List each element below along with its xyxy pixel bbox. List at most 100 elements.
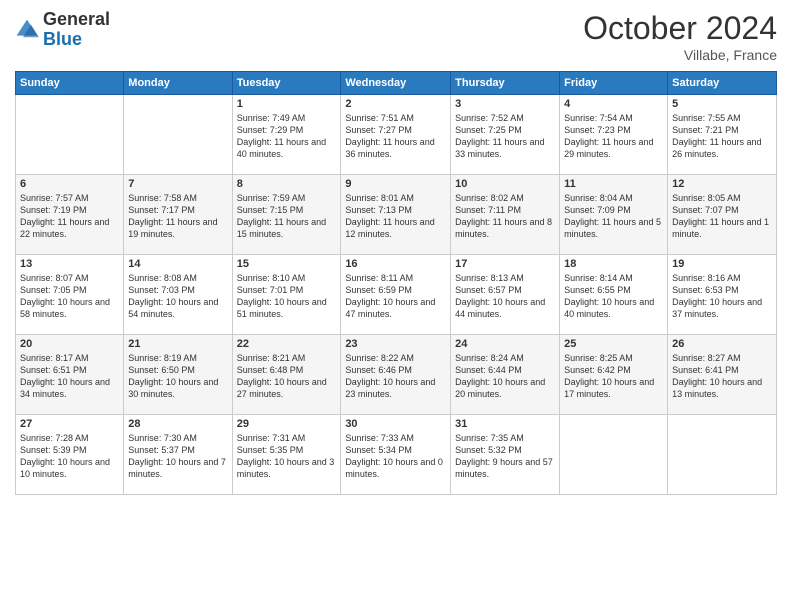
day-info-3-6: Sunrise: 8:27 AM Sunset: 6:41 PM Dayligh… [672,352,772,401]
day-number-3-2: 22 [237,338,337,350]
day-number-4-1: 28 [128,418,227,430]
cell-3-5: 25 Sunrise: 8:25 AM Sunset: 6:42 PM Dayli… [560,335,668,415]
day-info-0-3: Sunrise: 7:51 AM Sunset: 7:27 PM Dayligh… [345,112,446,161]
day-number-1-5: 11 [564,178,663,190]
header-saturday: Saturday [668,72,777,95]
cell-1-0: 6 Sunrise: 7:57 AM Sunset: 7:19 PM Daylig… [16,175,124,255]
day-info-1-2: Sunrise: 7:59 AM Sunset: 7:15 PM Dayligh… [237,192,337,241]
day-info-4-4: Sunrise: 7:35 AM Sunset: 5:32 PM Dayligh… [455,432,555,481]
location: Villabe, France [583,47,777,63]
cell-2-3: 16 Sunrise: 8:11 AM Sunset: 6:59 PM Dayli… [341,255,451,335]
logo: General Blue [15,10,110,50]
header-monday: Monday [124,72,232,95]
day-info-1-0: Sunrise: 7:57 AM Sunset: 7:19 PM Dayligh… [20,192,119,241]
day-info-0-5: Sunrise: 7:54 AM Sunset: 7:23 PM Dayligh… [564,112,663,161]
week-row-1: 6 Sunrise: 7:57 AM Sunset: 7:19 PM Daylig… [16,175,777,255]
day-number-0-6: 5 [672,98,772,110]
cell-0-5: 4Sunrise: 7:54 AM Sunset: 7:23 PM Daylig… [560,95,668,175]
day-info-3-5: Sunrise: 8:25 AM Sunset: 6:42 PM Dayligh… [564,352,663,401]
day-number-2-0: 13 [20,258,119,270]
cell-4-5 [560,415,668,495]
title-block: October 2024 Villabe, France [583,10,777,63]
cell-1-3: 9Sunrise: 8:01 AM Sunset: 7:13 PM Daylig… [341,175,451,255]
logo-general-text: General [43,9,110,29]
cell-0-0 [16,95,124,175]
cell-4-0: 27Sunrise: 7:28 AM Sunset: 5:39 PM Dayli… [16,415,124,495]
day-number-3-0: 20 [20,338,119,350]
day-info-2-2: Sunrise: 8:10 AM Sunset: 7:01 PM Dayligh… [237,272,337,321]
day-number-2-3: 16 [345,258,446,270]
day-number-1-2: 8 [237,178,337,190]
cell-2-4: 17Sunrise: 8:13 AM Sunset: 6:57 PM Dayli… [451,255,560,335]
day-info-2-0: Sunrise: 8:07 AM Sunset: 7:05 PM Dayligh… [20,272,119,321]
day-info-2-3: Sunrise: 8:11 AM Sunset: 6:59 PM Dayligh… [345,272,446,321]
day-number-2-2: 15 [237,258,337,270]
cell-2-6: 19 Sunrise: 8:16 AM Sunset: 6:53 PM Dayli… [668,255,777,335]
cell-0-1 [124,95,232,175]
day-info-1-6: Sunrise: 8:05 AM Sunset: 7:07 PM Dayligh… [672,192,772,241]
day-info-4-0: Sunrise: 7:28 AM Sunset: 5:39 PM Dayligh… [20,432,119,481]
day-number-1-3: 9 [345,178,446,190]
header-row: Sunday Monday Tuesday Wednesday Thursday… [16,72,777,95]
header-wednesday: Wednesday [341,72,451,95]
cell-3-0: 20 Sunrise: 8:17 AM Sunset: 6:51 PM Dayli… [16,335,124,415]
day-info-0-4: Sunrise: 7:52 AM Sunset: 7:25 PM Dayligh… [455,112,555,161]
calendar-table: Sunday Monday Tuesday Wednesday Thursday… [15,71,777,495]
day-info-2-5: Sunrise: 8:14 AM Sunset: 6:55 PM Dayligh… [564,272,663,321]
header: General Blue October 2024 Villabe, Franc… [15,10,777,63]
day-number-0-3: 2 [345,98,446,110]
cell-2-5: 18 Sunrise: 8:14 AM Sunset: 6:55 PM Dayli… [560,255,668,335]
day-info-0-6: Sunrise: 7:55 AM Sunset: 7:21 PM Dayligh… [672,112,772,161]
day-number-1-0: 6 [20,178,119,190]
day-info-3-0: Sunrise: 8:17 AM Sunset: 6:51 PM Dayligh… [20,352,119,401]
day-number-3-5: 25 [564,338,663,350]
cell-3-3: 23 Sunrise: 8:22 AM Sunset: 6:46 PM Dayli… [341,335,451,415]
cell-0-6: 5 Sunrise: 7:55 AM Sunset: 7:21 PM Daylig… [668,95,777,175]
header-friday: Friday [560,72,668,95]
day-number-4-2: 29 [237,418,337,430]
day-info-3-3: Sunrise: 8:22 AM Sunset: 6:46 PM Dayligh… [345,352,446,401]
day-number-1-1: 7 [128,178,227,190]
day-number-0-4: 3 [455,98,555,110]
day-info-3-1: Sunrise: 8:19 AM Sunset: 6:50 PM Dayligh… [128,352,227,401]
day-info-4-3: Sunrise: 7:33 AM Sunset: 5:34 PM Dayligh… [345,432,446,481]
week-row-3: 20 Sunrise: 8:17 AM Sunset: 6:51 PM Dayli… [16,335,777,415]
cell-0-2: 1Sunrise: 7:49 AM Sunset: 7:29 PM Daylig… [232,95,341,175]
day-number-2-6: 19 [672,258,772,270]
cell-0-4: 3 Sunrise: 7:52 AM Sunset: 7:25 PM Daylig… [451,95,560,175]
day-info-3-2: Sunrise: 8:21 AM Sunset: 6:48 PM Dayligh… [237,352,337,401]
day-info-4-2: Sunrise: 7:31 AM Sunset: 5:35 PM Dayligh… [237,432,337,481]
cell-4-6 [668,415,777,495]
day-info-1-4: Sunrise: 8:02 AM Sunset: 7:11 PM Dayligh… [455,192,555,241]
cell-3-6: 26 Sunrise: 8:27 AM Sunset: 6:41 PM Dayli… [668,335,777,415]
day-info-2-6: Sunrise: 8:16 AM Sunset: 6:53 PM Dayligh… [672,272,772,321]
cell-3-4: 24Sunrise: 8:24 AM Sunset: 6:44 PM Dayli… [451,335,560,415]
day-info-4-1: Sunrise: 7:30 AM Sunset: 5:37 PM Dayligh… [128,432,227,481]
week-row-2: 13 Sunrise: 8:07 AM Sunset: 7:05 PM Dayli… [16,255,777,335]
day-number-3-3: 23 [345,338,446,350]
month-title: October 2024 [583,10,777,47]
cell-4-4: 31 Sunrise: 7:35 AM Sunset: 5:32 PM Dayli… [451,415,560,495]
cell-2-0: 13 Sunrise: 8:07 AM Sunset: 7:05 PM Dayli… [16,255,124,335]
week-row-4: 27Sunrise: 7:28 AM Sunset: 5:39 PM Dayli… [16,415,777,495]
cell-3-1: 21Sunrise: 8:19 AM Sunset: 6:50 PM Dayli… [124,335,232,415]
header-sunday: Sunday [16,72,124,95]
week-row-0: 1Sunrise: 7:49 AM Sunset: 7:29 PM Daylig… [16,95,777,175]
cell-1-2: 8 Sunrise: 7:59 AM Sunset: 7:15 PM Daylig… [232,175,341,255]
cell-4-2: 29 Sunrise: 7:31 AM Sunset: 5:35 PM Dayli… [232,415,341,495]
cell-1-1: 7Sunrise: 7:58 AM Sunset: 7:17 PM Daylig… [124,175,232,255]
cell-1-6: 12Sunrise: 8:05 AM Sunset: 7:07 PM Dayli… [668,175,777,255]
cell-2-1: 14Sunrise: 8:08 AM Sunset: 7:03 PM Dayli… [124,255,232,335]
cell-3-2: 22 Sunrise: 8:21 AM Sunset: 6:48 PM Dayli… [232,335,341,415]
cell-4-1: 28 Sunrise: 7:30 AM Sunset: 5:37 PM Dayli… [124,415,232,495]
day-info-0-2: Sunrise: 7:49 AM Sunset: 7:29 PM Dayligh… [237,112,337,161]
logo-icon [15,18,39,42]
day-number-4-4: 31 [455,418,555,430]
day-number-3-6: 26 [672,338,772,350]
day-number-2-4: 17 [455,258,555,270]
day-info-2-1: Sunrise: 8:08 AM Sunset: 7:03 PM Dayligh… [128,272,227,321]
header-thursday: Thursday [451,72,560,95]
cell-4-3: 30Sunrise: 7:33 AM Sunset: 5:34 PM Dayli… [341,415,451,495]
day-number-1-4: 10 [455,178,555,190]
day-number-2-5: 18 [564,258,663,270]
